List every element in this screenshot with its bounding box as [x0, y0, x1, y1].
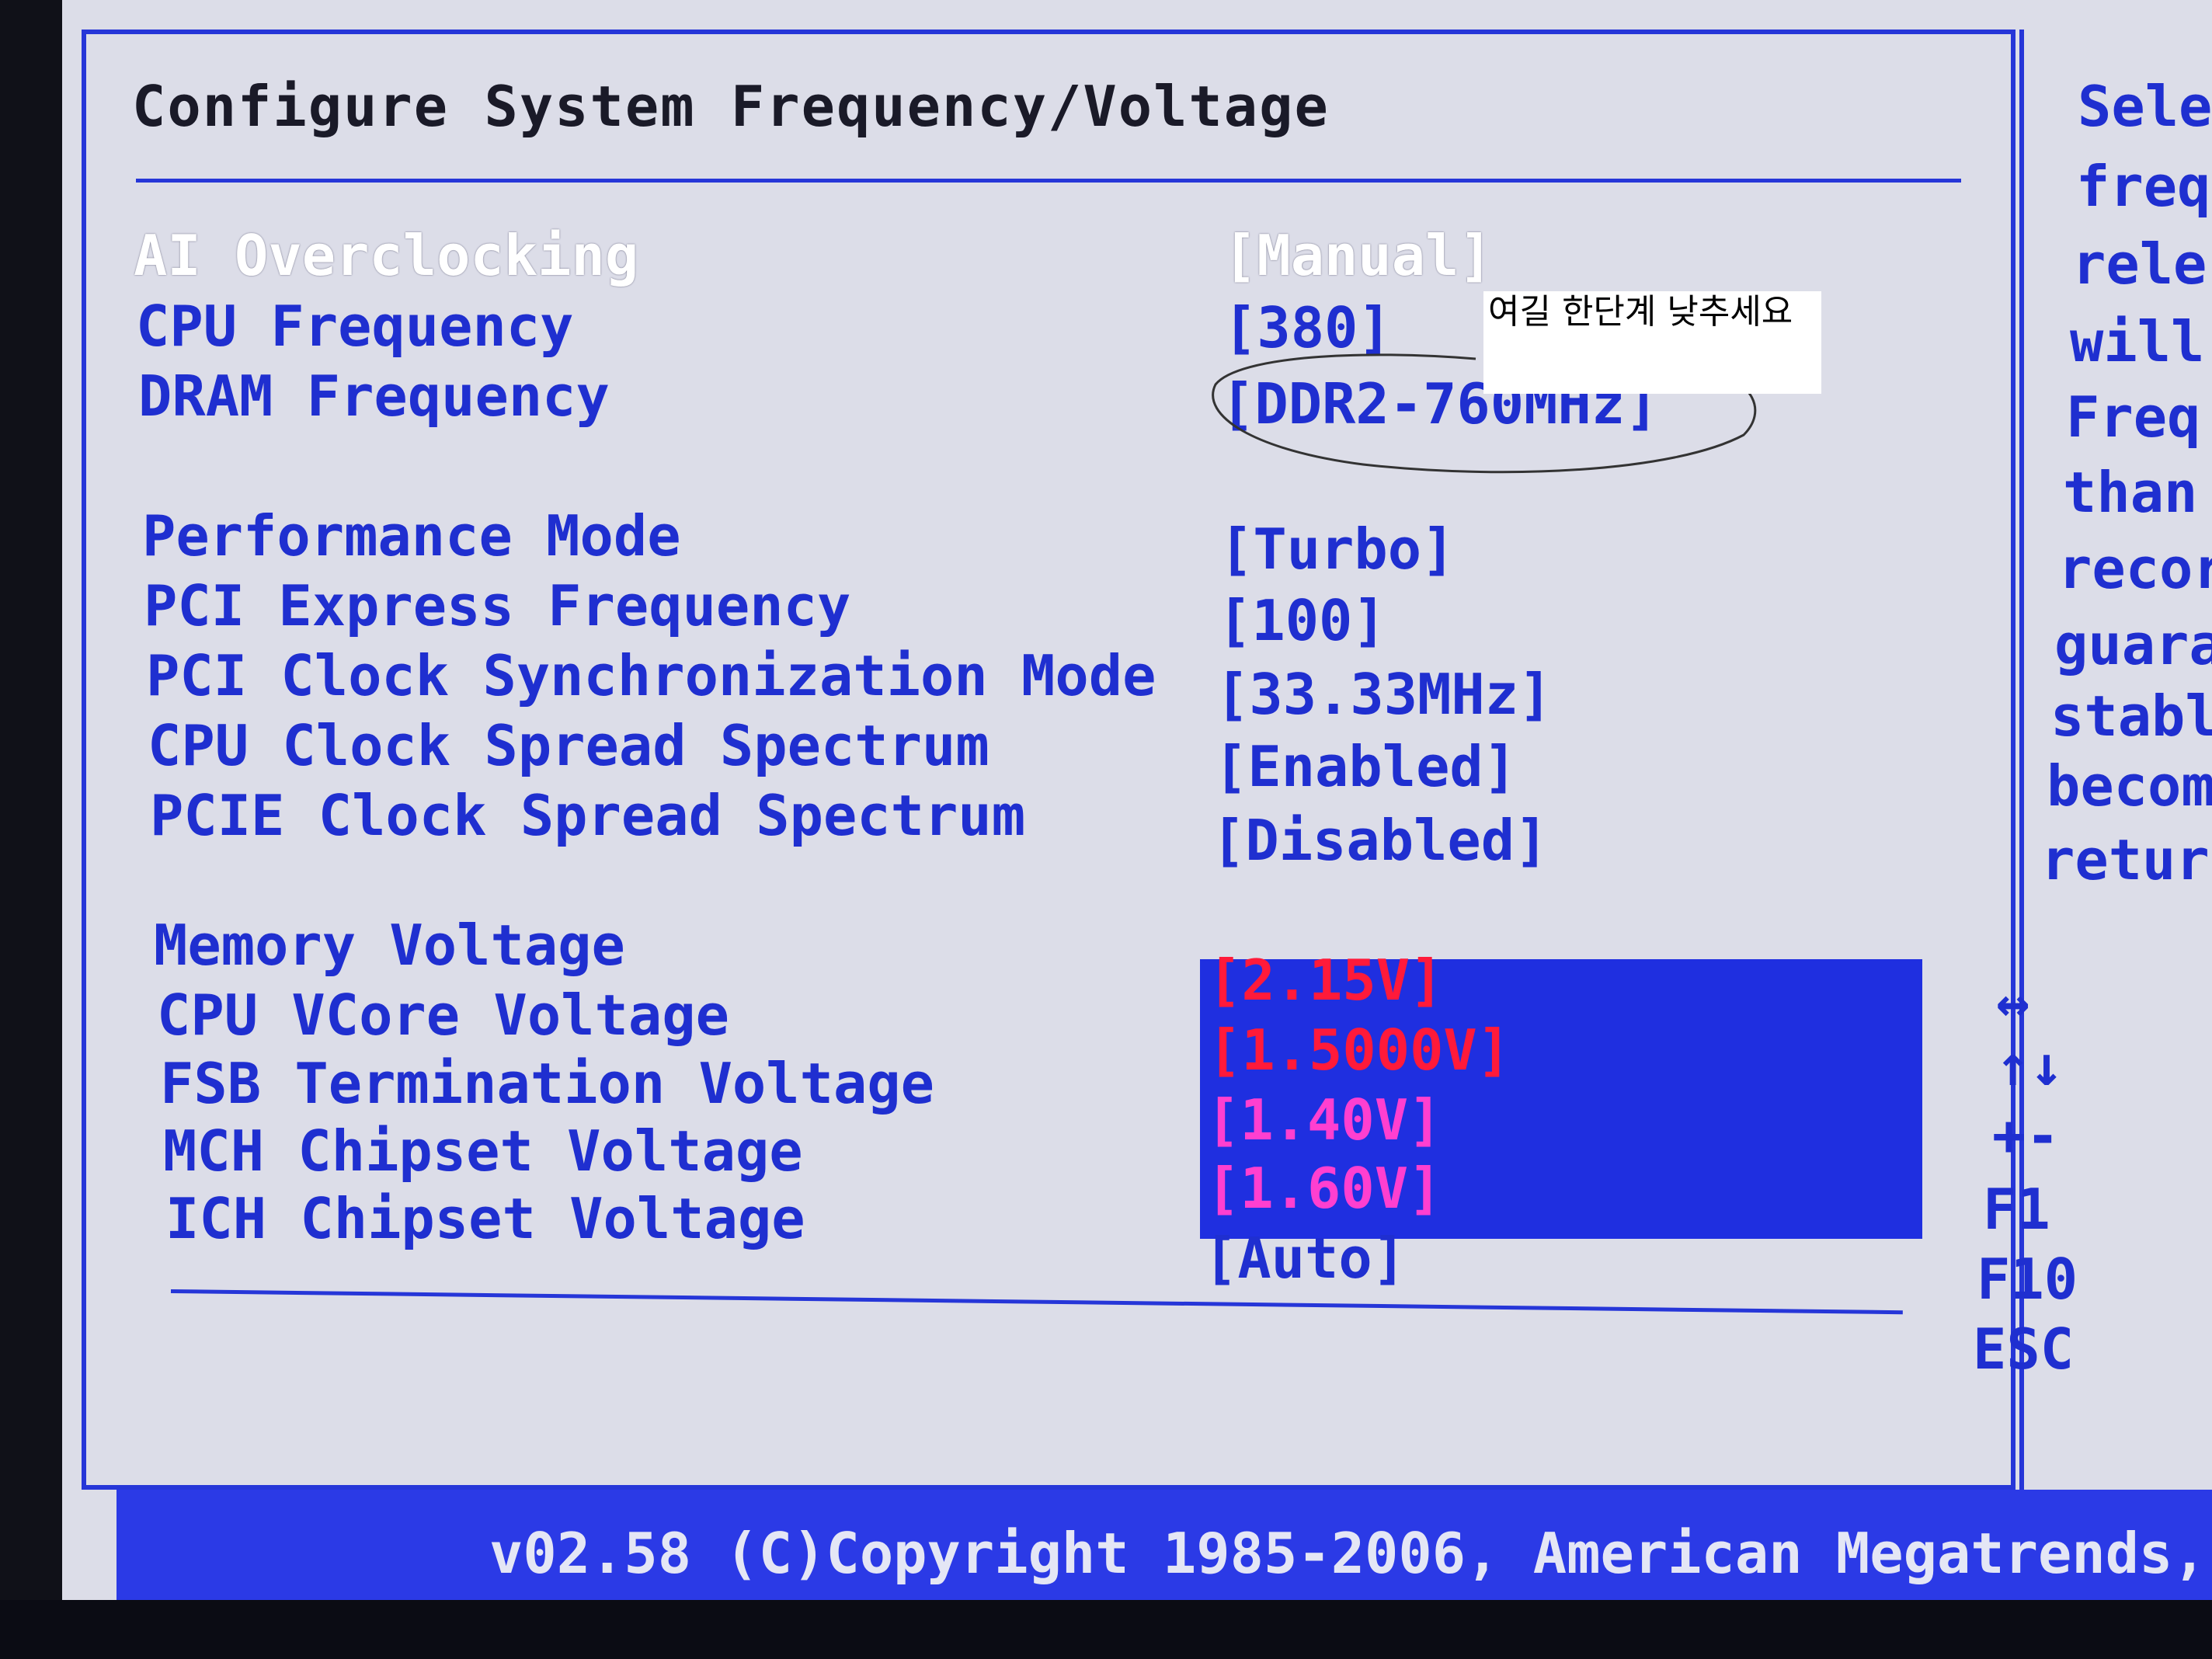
bios-screen: Configure System Frequency/Voltage AI Ov…	[0, 0, 2212, 1616]
help-line: will	[2070, 309, 2205, 374]
setting-value-fsb-termination-voltage[interactable]: [1.40V]	[1206, 1087, 1442, 1153]
title-divider	[136, 179, 1961, 183]
setting-label-pcie-clock-spread-spectrum[interactable]: PCIE Clock Spread Spectrum	[150, 783, 1025, 848]
setting-label-ich-chipset-voltage[interactable]: ICH Chipset Voltage	[165, 1186, 805, 1251]
help-line: rele	[2072, 231, 2207, 297]
help-line: becom	[2047, 753, 2212, 819]
help-line: guara	[2054, 612, 2212, 677]
help-line: freq	[2076, 154, 2211, 219]
setting-label-memory-voltage[interactable]: Memory Voltage	[154, 913, 625, 978]
esc-key: ESC	[1973, 1316, 2075, 1382]
setting-label-cpu-frequency[interactable]: CPU Frequency	[136, 294, 574, 359]
setting-value-pci-clock-sync-mode[interactable]: [33.33MHz]	[1216, 662, 1552, 727]
help-line: Sele	[2078, 74, 2212, 139]
plus-minus-key: +-	[1992, 1103, 2060, 1168]
setting-label-cpu-clock-spread-spectrum[interactable]: CPU Clock Spread Spectrum	[148, 713, 989, 778]
monitor-bezel-bottom	[0, 1600, 2212, 1659]
f10-key: F10	[1977, 1247, 2078, 1312]
help-line: Freq	[2066, 384, 2201, 450]
setting-value-mch-chipset-voltage[interactable]: [1.60V]	[1206, 1156, 1442, 1221]
help-line: than	[2063, 460, 2198, 525]
setting-value-ich-chipset-voltage[interactable]: [Auto]	[1204, 1226, 1406, 1291]
setting-value-cpu-vcore-voltage[interactable]: [1.5000V]	[1208, 1017, 1511, 1083]
help-line: stabl	[2050, 683, 2212, 749]
f1-key: F1	[1983, 1177, 2050, 1242]
page-title: Configure System Frequency/Voltage	[132, 74, 1330, 139]
help-line: retur	[2041, 827, 2210, 892]
help-line: recor	[2058, 536, 2212, 601]
annotation-note: 여길 한단계 낮추세요	[1483, 291, 1821, 394]
setting-label-fsb-termination-voltage[interactable]: FSB Termination Voltage	[160, 1051, 934, 1116]
setting-value-pci-express-frequency[interactable]: [100]	[1218, 588, 1386, 653]
monitor-bezel-left	[0, 0, 62, 1659]
setting-label-cpu-vcore-voltage[interactable]: CPU VCore Voltage	[157, 983, 729, 1048]
setting-label-performance-mode[interactable]: Performance Mode	[142, 503, 681, 569]
setting-label-pci-express-frequency[interactable]: PCI Express Frequency	[144, 573, 850, 638]
setting-value-cpu-clock-spread-spectrum[interactable]: [Enabled]	[1214, 734, 1517, 799]
setting-label-dram-frequency[interactable]: DRAM Frequency	[138, 363, 610, 429]
setting-value-ai-overclocking[interactable]: [Manual]	[1223, 223, 1493, 288]
setting-label-ai-overclocking[interactable]: AI Overclocking	[134, 223, 638, 288]
setting-value-memory-voltage[interactable]: [2.15V]	[1208, 948, 1443, 1013]
footer-copyright: v02.58 (C)Copyright 1985-2006, American …	[489, 1521, 2207, 1586]
up-down-arrow-icon: ↑↓	[1996, 1033, 2064, 1098]
left-right-arrow-icon: ↔	[1996, 969, 2030, 1035]
setting-value-performance-mode[interactable]: [Turbo]	[1219, 516, 1455, 582]
setting-label-pci-clock-sync-mode[interactable]: PCI Clock Synchronization Mode	[146, 643, 1156, 708]
setting-value-pcie-clock-spread-spectrum[interactable]: [Disabled]	[1212, 808, 1548, 873]
setting-label-mch-chipset-voltage[interactable]: MCH Chipset Voltage	[163, 1118, 803, 1184]
